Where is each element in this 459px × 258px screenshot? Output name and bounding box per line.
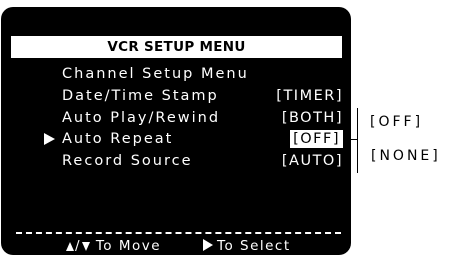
menu-title: VCR SETUP MENU <box>11 36 342 58</box>
auto-repeat-value[interactable]: [OFF] <box>290 130 343 148</box>
select-hint-label: To Select <box>217 238 291 254</box>
footer-select-hint: To Select <box>203 237 291 255</box>
record-source-value: [AUTO] <box>281 153 343 169</box>
selection-cursor-icon <box>44 133 55 145</box>
option-connector-line <box>346 139 357 140</box>
auto-play-rewind-value: [BOTH] <box>281 110 343 126</box>
down-arrow-icon <box>82 242 91 251</box>
move-hint-label: To Move <box>95 238 162 254</box>
menu-item-auto-play-rewind[interactable]: Auto Play/Rewind <box>62 108 220 128</box>
up-arrow-icon <box>66 242 74 251</box>
menu-item-channel-setup[interactable]: Channel Setup Menu <box>62 64 249 84</box>
right-arrow-icon <box>203 239 213 251</box>
footer-divider <box>16 232 341 234</box>
date-time-stamp-value: [TIMER] <box>276 88 343 104</box>
option-none: [NONE] <box>371 148 441 164</box>
menu-item-auto-repeat[interactable]: Auto Repeat <box>62 129 173 149</box>
menu-item-date-time-stamp[interactable]: Date/Time Stamp <box>62 86 219 106</box>
option-bracket-line <box>357 108 358 173</box>
footer-move-hint: / To Move <box>66 237 161 255</box>
menu-item-record-source[interactable]: Record Source <box>62 151 193 171</box>
option-off: [OFF] <box>370 114 424 130</box>
